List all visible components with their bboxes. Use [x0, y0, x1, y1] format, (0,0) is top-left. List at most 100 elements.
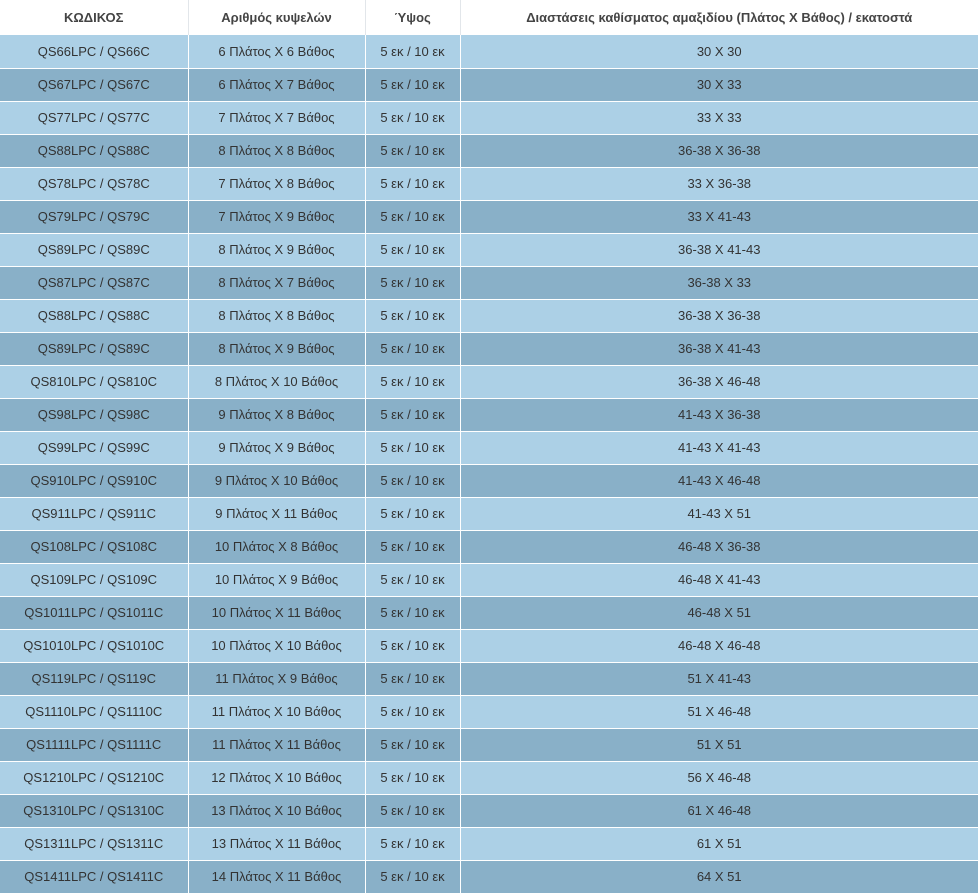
cell-code: QS88LPC / QS88C [0, 299, 189, 333]
cell-height: 5 εκ / 10 εκ [365, 134, 461, 168]
cell-cell-count: 7 Πλάτος Χ 9 Βάθος [188, 200, 366, 234]
cell-code: QS109LPC / QS109C [0, 563, 189, 597]
table-row: QS910LPC / QS910C 9 Πλάτος Χ 10 Βάθος 5 εκ… [0, 464, 978, 498]
table-row: QS1111LPC / QS1111C 11 Πλάτος Χ 11 Βάθος 5… [0, 728, 978, 762]
table-row: QS1310LPC / QS1310C 13 Πλάτος Χ 10 Βάθος 5… [0, 794, 978, 828]
cell-height: 5 εκ / 10 εκ [365, 68, 461, 102]
cell-code: QS99LPC / QS99C [0, 431, 189, 465]
cell-seat-dimensions: 33 Χ 41-43 [460, 200, 978, 234]
table-row: QS89LPC / QS89C 8 Πλάτος Χ 9 Βάθος 5 εκ / … [0, 233, 978, 267]
cell-height: 5 εκ / 10 εκ [365, 101, 461, 135]
header-height: Ύψος [365, 0, 461, 35]
cell-seat-dimensions: 56 Χ 46-48 [460, 761, 978, 795]
cell-cell-count: 7 Πλάτος Χ 8 Βάθος [188, 167, 366, 201]
cell-code: QS89LPC / QS89C [0, 233, 189, 267]
cell-height: 5 εκ / 10 εκ [365, 266, 461, 300]
cell-height: 5 εκ / 10 εκ [365, 860, 461, 894]
cell-seat-dimensions: 41-43 Χ 51 [460, 497, 978, 531]
cell-height: 5 εκ / 10 εκ [365, 233, 461, 267]
cell-height: 5 εκ / 10 εκ [365, 794, 461, 828]
cell-seat-dimensions: 36-38 Χ 46-48 [460, 365, 978, 399]
cell-cell-count: 10 Πλάτος Χ 9 Βάθος [188, 563, 366, 597]
cell-code: QS67LPC / QS67C [0, 68, 189, 102]
cell-cell-count: 9 Πλάτος Χ 9 Βάθος [188, 431, 366, 465]
table-row: QS99LPC / QS99C 9 Πλάτος Χ 9 Βάθος 5 εκ / … [0, 431, 978, 465]
cell-code: QS1110LPC / QS1110C [0, 695, 189, 729]
cell-seat-dimensions: 46-48 Χ 46-48 [460, 629, 978, 663]
table-row: QS88LPC / QS88C 8 Πλάτος Χ 8 Βάθος 5 εκ / … [0, 299, 978, 333]
cell-seat-dimensions: 36-38 Χ 41-43 [460, 233, 978, 267]
cell-code: QS78LPC / QS78C [0, 167, 189, 201]
cell-height: 5 εκ / 10 εκ [365, 200, 461, 234]
cell-seat-dimensions: 36-38 Χ 36-38 [460, 299, 978, 333]
cell-seat-dimensions: 41-43 Χ 36-38 [460, 398, 978, 432]
table-header: ΚΩΔΙΚΟΣ Αριθμός κυψελών Ύψος Διαστάσεις … [0, 0, 978, 35]
cell-seat-dimensions: 61 Χ 46-48 [460, 794, 978, 828]
table-row: QS1411LPC / QS1411C 14 Πλάτος Χ 11 Βάθος 5… [0, 860, 978, 894]
cell-cell-count: 13 Πλάτος Χ 10 Βάθος [188, 794, 366, 828]
cell-cell-count: 8 Πλάτος Χ 7 Βάθος [188, 266, 366, 300]
cell-code: QS1311LPC / QS1311C [0, 827, 189, 861]
cell-cell-count: 9 Πλάτος Χ 11 Βάθος [188, 497, 366, 531]
table-row: QS911LPC / QS911C 9 Πλάτος Χ 11 Βάθος 5 εκ… [0, 497, 978, 531]
cell-seat-dimensions: 36-38 Χ 41-43 [460, 332, 978, 366]
cell-height: 5 εκ / 10 εκ [365, 497, 461, 531]
cell-seat-dimensions: 46-48 Χ 51 [460, 596, 978, 630]
table-row: QS810LPC / QS810C 8 Πλάτος Χ 10 Βάθος 5 εκ… [0, 365, 978, 399]
table-row: QS1011LPC / QS1011C 10 Πλάτος Χ 11 Βάθος 5… [0, 596, 978, 630]
cell-seat-dimensions: 51 Χ 51 [460, 728, 978, 762]
cell-seat-dimensions: 64 Χ 51 [460, 860, 978, 894]
cell-height: 5 εκ / 10 εκ [365, 563, 461, 597]
cell-height: 5 εκ / 10 εκ [365, 398, 461, 432]
cell-seat-dimensions: 61 Χ 51 [460, 827, 978, 861]
header-code: ΚΩΔΙΚΟΣ [0, 0, 189, 35]
cell-seat-dimensions: 30 Χ 30 [460, 35, 978, 69]
cell-cell-count: 8 Πλάτος Χ 9 Βάθος [188, 233, 366, 267]
cell-code: QS911LPC / QS911C [0, 497, 189, 531]
cell-seat-dimensions: 46-48 Χ 36-38 [460, 530, 978, 564]
cell-code: QS1210LPC / QS1210C [0, 761, 189, 795]
cell-code: QS1310LPC / QS1310C [0, 794, 189, 828]
cell-height: 5 εκ / 10 εκ [365, 530, 461, 564]
table-row: QS98LPC / QS98C 9 Πλάτος Χ 8 Βάθος 5 εκ / … [0, 398, 978, 432]
cell-cell-count: 6 Πλάτος Χ 7 Βάθος [188, 68, 366, 102]
cell-cell-count: 8 Πλάτος Χ 8 Βάθος [188, 134, 366, 168]
table-row: QS77LPC / QS77C 7 Πλάτος Χ 7 Βάθος 5 εκ / … [0, 101, 978, 135]
cell-height: 5 εκ / 10 εκ [365, 332, 461, 366]
cell-height: 5 εκ / 10 εκ [365, 35, 461, 69]
cell-cell-count: 8 Πλάτος Χ 8 Βάθος [188, 299, 366, 333]
cell-cell-count: 6 Πλάτος Χ 6 Βάθος [188, 35, 366, 69]
header-seat-dimensions: Διαστάσεις καθίσματος αμαξιδίου (Πλάτος … [460, 0, 978, 35]
cell-height: 5 εκ / 10 εκ [365, 596, 461, 630]
cell-code: QS1010LPC / QS1010C [0, 629, 189, 663]
cell-seat-dimensions: 46-48 Χ 41-43 [460, 563, 978, 597]
cell-code: QS810LPC / QS810C [0, 365, 189, 399]
cell-height: 5 εκ / 10 εκ [365, 827, 461, 861]
cell-cell-count: 8 Πλάτος Χ 9 Βάθος [188, 332, 366, 366]
product-size-table: ΚΩΔΙΚΟΣ Αριθμός κυψελών Ύψος Διαστάσεις … [0, 0, 978, 894]
cell-cell-count: 7 Πλάτος Χ 7 Βάθος [188, 101, 366, 135]
table-body: QS66LPC / QS66C 6 Πλάτος Χ 6 Βάθος 5 εκ / … [0, 35, 978, 894]
cell-seat-dimensions: 33 Χ 36-38 [460, 167, 978, 201]
cell-height: 5 εκ / 10 εκ [365, 365, 461, 399]
table-row: QS1110LPC / QS1110C 11 Πλάτος Χ 10 Βάθος 5… [0, 695, 978, 729]
table-row: QS88LPC / QS88C 8 Πλάτος Χ 8 Βάθος 5 εκ / … [0, 134, 978, 168]
cell-seat-dimensions: 51 Χ 41-43 [460, 662, 978, 696]
cell-code: QS88LPC / QS88C [0, 134, 189, 168]
cell-height: 5 εκ / 10 εκ [365, 464, 461, 498]
cell-code: QS87LPC / QS87C [0, 266, 189, 300]
cell-height: 5 εκ / 10 εκ [365, 629, 461, 663]
cell-seat-dimensions: 30 Χ 33 [460, 68, 978, 102]
cell-cell-count: 14 Πλάτος Χ 11 Βάθος [188, 860, 366, 894]
cell-cell-count: 11 Πλάτος Χ 9 Βάθος [188, 662, 366, 696]
cell-seat-dimensions: 41-43 Χ 41-43 [460, 431, 978, 465]
cell-code: QS108LPC / QS108C [0, 530, 189, 564]
cell-height: 5 εκ / 10 εκ [365, 299, 461, 333]
cell-cell-count: 13 Πλάτος Χ 11 Βάθος [188, 827, 366, 861]
table-row: QS67LPC / QS67C 6 Πλάτος Χ 7 Βάθος 5 εκ / … [0, 68, 978, 102]
cell-height: 5 εκ / 10 εκ [365, 761, 461, 795]
cell-code: QS1111LPC / QS1111C [0, 728, 189, 762]
header-row: ΚΩΔΙΚΟΣ Αριθμός κυψελών Ύψος Διαστάσεις … [0, 0, 978, 35]
cell-code: QS1411LPC / QS1411C [0, 860, 189, 894]
cell-cell-count: 10 Πλάτος Χ 11 Βάθος [188, 596, 366, 630]
